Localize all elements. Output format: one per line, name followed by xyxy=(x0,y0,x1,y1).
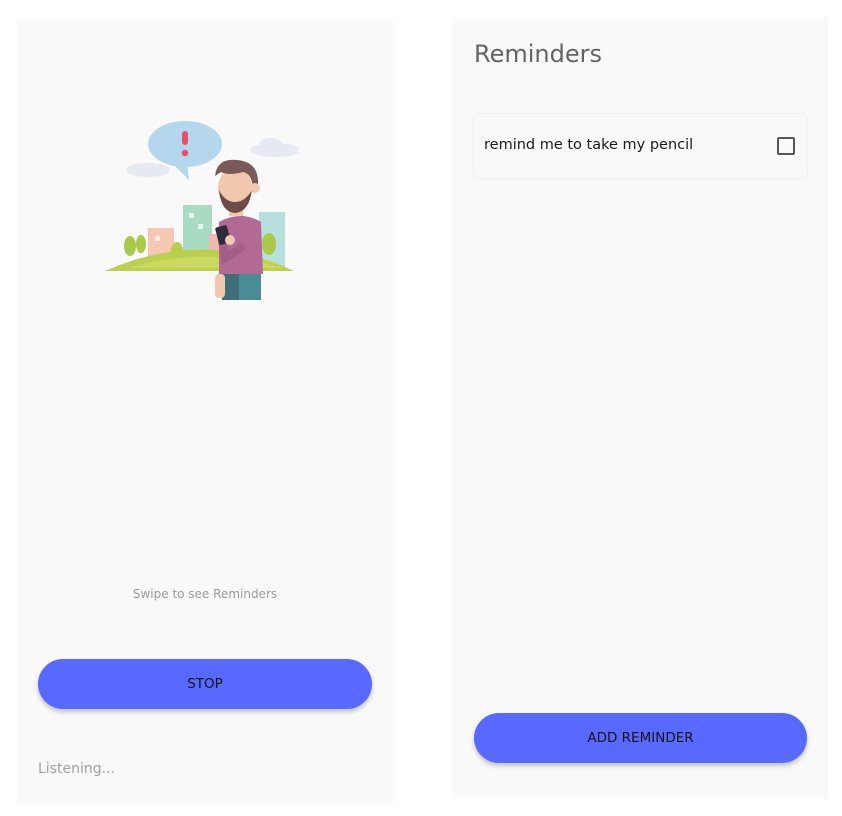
add-reminder-button-label: ADD REMINDER xyxy=(587,730,694,746)
swipe-hint: Swipe to see Reminders xyxy=(132,587,278,601)
reminders-screen: Reminders remind me to take my pencil AD… xyxy=(453,17,828,799)
reminder-card: remind me to take my pencil xyxy=(474,114,807,178)
reminder-text: remind me to take my pencil xyxy=(484,137,694,153)
stop-button-label: STOP xyxy=(187,676,223,692)
add-reminder-button[interactable]: ADD REMINDER xyxy=(474,713,807,763)
stop-button[interactable]: STOP xyxy=(38,659,372,709)
page-title: Reminders xyxy=(474,40,602,68)
listening-screen: Swipe to see Reminders STOP Listening... xyxy=(17,20,393,804)
person-phone-illustration xyxy=(105,121,299,300)
reminder-checkbox[interactable] xyxy=(777,137,795,155)
listening-status: Listening... xyxy=(38,761,115,777)
